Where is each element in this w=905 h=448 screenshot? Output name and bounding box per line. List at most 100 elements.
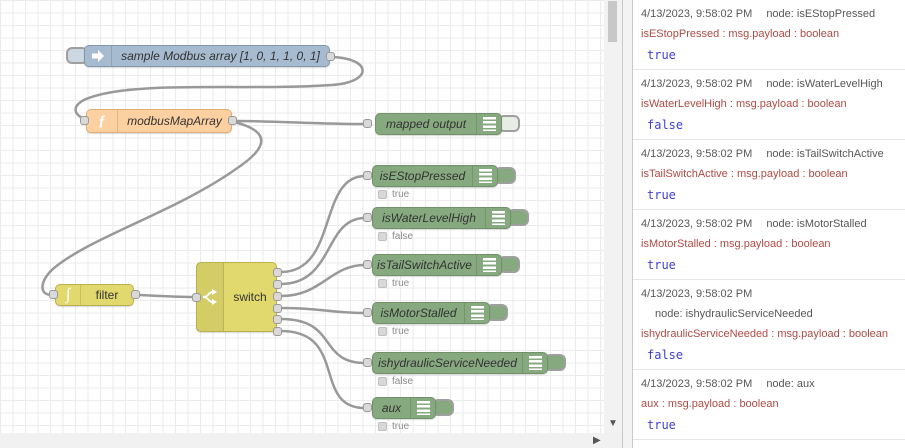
node-label: ishydraulicServiceNeeded <box>378 356 517 370</box>
wire[interactable] <box>280 216 366 286</box>
flow-canvas[interactable]: sample Modbus array [1, 0, 1, 1, 0, 1] ƒ… <box>0 0 604 433</box>
scroll-down-arrow-icon[interactable]: ▼ <box>608 419 618 429</box>
panel-resize-handle[interactable] <box>622 0 633 448</box>
debug-list-icon <box>410 398 435 418</box>
debug-timestamp: 4/13/2023, 9:58:02 PM <box>641 8 753 20</box>
debug-timestamp: 4/13/2023, 9:58:02 PM <box>641 78 753 90</box>
node-status: true <box>378 278 409 289</box>
debug-node-isWaterLevelHigh[interactable]: isWaterLevelHigh <box>372 207 511 229</box>
port-in[interactable] <box>363 119 372 128</box>
debug-node-mapped-output[interactable]: mapped output <box>375 113 502 135</box>
node-label: filter <box>95 288 119 302</box>
debug-value: true <box>647 48 676 62</box>
status-dot <box>378 327 387 336</box>
function-node[interactable]: ƒ modbusMapArray <box>86 109 232 133</box>
port-out[interactable] <box>273 280 282 289</box>
debug-node-ishydraulicServiceNeeded[interactable]: ishydraulicServiceNeeded <box>372 352 548 374</box>
switch-node[interactable]: switch <box>196 262 277 332</box>
filter-icon: ∫ <box>56 285 81 305</box>
debug-node-ref: node: isMotorStalled <box>766 218 867 230</box>
port-in[interactable] <box>363 358 372 367</box>
port-out[interactable] <box>273 304 282 313</box>
debug-property-path: isWaterLevelHigh : msg.payload : boolean <box>641 98 847 110</box>
debug-timestamp: 4/13/2023, 9:58:02 PM <box>641 378 753 390</box>
port-out[interactable] <box>273 315 282 324</box>
status-dot <box>378 232 387 241</box>
port-in[interactable] <box>49 290 58 299</box>
debug-value: false <box>647 348 684 362</box>
node-label: mapped output <box>385 117 467 131</box>
port-out[interactable] <box>273 292 282 301</box>
debug-list-icon <box>476 255 501 275</box>
debug-node-isTailSwitchActive[interactable]: isTailSwitchActive <box>372 254 502 276</box>
node-label: switch <box>233 290 267 304</box>
status-dot <box>378 190 387 199</box>
node-red-editor: sample Modbus array [1, 0, 1, 1, 0, 1] ƒ… <box>0 0 905 448</box>
wire[interactable] <box>233 119 367 126</box>
port-out[interactable] <box>326 52 335 61</box>
debug-message: 4/13/2023, 9:58:02 PM node: aux aux : msg… <box>633 370 905 440</box>
port-out[interactable] <box>228 116 237 125</box>
scroll-right-arrow-icon[interactable]: ▶ <box>593 436 601 446</box>
debug-node-isMotorStalled[interactable]: isMotorStalled <box>372 302 490 324</box>
node-label: modbusMapArray <box>127 114 222 128</box>
port-in[interactable] <box>363 213 372 222</box>
port-in[interactable] <box>363 171 372 180</box>
node-status: false <box>378 376 413 387</box>
status-label: false <box>392 231 414 242</box>
debug-message: 4/13/2023, 9:58:02 PM node: isEStopPresse… <box>633 0 905 70</box>
port-in[interactable] <box>363 308 372 317</box>
debug-value: true <box>647 258 676 272</box>
debug-node-isEStopPressed[interactable]: isEStopPressed <box>372 165 498 187</box>
status-label: true <box>392 326 410 337</box>
switch-fork-icon <box>197 263 224 331</box>
debug-node-ref: node: isEStopPressed <box>766 8 876 20</box>
scrollbar-thumb[interactable] <box>608 1 617 42</box>
port-in[interactable] <box>363 260 372 269</box>
status-dot <box>378 422 387 431</box>
node-label: isEStopPressed <box>379 169 466 183</box>
status-label: true <box>392 189 410 200</box>
node-label: isMotorStalled <box>380 306 457 320</box>
status-label: true <box>392 278 410 289</box>
port-out[interactable] <box>273 327 282 336</box>
inject-arrow-icon <box>85 46 112 66</box>
port-in[interactable] <box>363 403 372 412</box>
debug-property-path: ishydraulicServiceNeeded : msg.payload :… <box>641 328 889 340</box>
debug-message: 4/13/2023, 9:58:02 PM node: isTailSwitchA… <box>633 140 905 210</box>
debug-value: true <box>647 418 676 432</box>
port-out[interactable] <box>273 268 282 277</box>
debug-node-aux[interactable]: aux <box>372 397 436 419</box>
debug-node-ref: node: aux <box>766 378 815 390</box>
vertical-scrollbar[interactable]: ▼ <box>604 0 622 433</box>
wire[interactable] <box>280 329 366 410</box>
wire[interactable] <box>139 293 195 299</box>
status-label: false <box>392 376 414 387</box>
port-in[interactable] <box>192 293 201 302</box>
port-in[interactable] <box>80 116 89 125</box>
debug-timestamp: 4/13/2023, 9:58:02 PM <box>641 218 753 230</box>
node-status: true <box>378 421 409 432</box>
debug-timestamp: 4/13/2023, 9:58:02 PM <box>641 148 753 160</box>
debug-value: false <box>647 118 684 132</box>
debug-node-ref: node: isTailSwitchActive <box>766 148 884 160</box>
debug-property-path: aux : msg.payload : boolean <box>641 398 779 410</box>
port-out[interactable] <box>131 290 140 299</box>
node-status: false <box>378 231 413 242</box>
debug-sidebar[interactable]: 4/13/2023, 9:58:02 PM node: isEStopPresse… <box>633 0 905 448</box>
filter-node[interactable]: ∫ filter <box>55 284 134 306</box>
debug-list-icon <box>485 208 510 228</box>
debug-timestamp: 4/13/2023, 9:58:02 PM <box>641 288 753 300</box>
debug-node-ref: node: ishydraulicServiceNeeded <box>655 308 813 320</box>
status-label: true <box>392 421 410 432</box>
debug-property-path: isTailSwitchActive : msg.payload : boole… <box>641 168 848 180</box>
debug-node-ref: node: isWaterLevelHigh <box>766 78 883 90</box>
status-dot <box>378 279 387 288</box>
node-status: true <box>378 326 409 337</box>
inject-node[interactable]: sample Modbus array [1, 0, 1, 1, 0, 1] <box>84 45 330 67</box>
horizontal-scrollbar[interactable]: ▶ <box>0 433 622 448</box>
node-label: aux <box>381 401 402 415</box>
node-status: true <box>378 189 409 200</box>
debug-message: 4/13/2023, 9:58:02 PM node: ishydraulicSe… <box>633 280 905 370</box>
wire[interactable] <box>280 306 366 315</box>
